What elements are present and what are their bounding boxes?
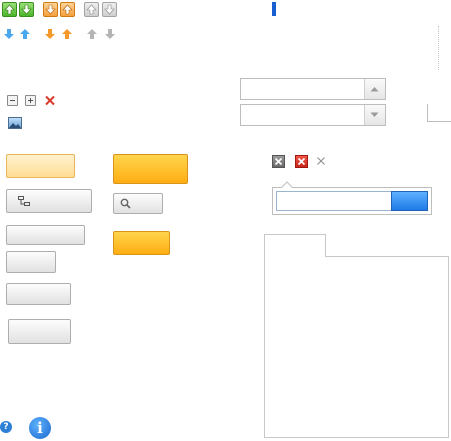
light-yellow-button[interactable] [6,154,75,178]
search-icon [120,198,131,209]
grey-button-tall[interactable] [8,319,71,344]
expand-icon[interactable] [25,95,36,106]
arrow-down-blue-icon[interactable] [3,28,15,40]
arrow-up-green-icon[interactable] [2,2,17,17]
accent-bar [272,2,276,16]
combo-box-lower[interactable] [240,104,386,126]
arrow-down-green-icon[interactable] [19,2,34,17]
arrow-down-grey-small-icon[interactable] [104,28,116,40]
tree-icon [18,196,30,206]
collapse-icon[interactable] [7,95,18,106]
help-icon[interactable]: ? [0,421,12,433]
arrow-up-orange-icon[interactable] [60,2,75,17]
tab-panel-body [264,256,449,438]
combo-lower-trigger[interactable] [364,105,385,125]
arrow-up-blue-icon[interactable] [19,28,31,40]
search-button[interactable] [113,193,163,214]
image-icon[interactable] [8,117,22,129]
search-popup [272,181,432,215]
combo-upper-trigger[interactable] [364,79,385,99]
arrow-up-grey-small-icon[interactable] [86,28,98,40]
delete-icon[interactable] [44,95,56,106]
combo-box-upper[interactable] [240,78,386,100]
corner-bracket [427,104,451,122]
arrow-up-grey-icon[interactable] [84,2,99,17]
close-plain-icon[interactable] [316,156,326,166]
tab-header[interactable] [264,234,326,257]
arrow-up-orange-small-icon[interactable] [61,28,73,40]
yellow-button-large[interactable] [113,154,188,184]
arrow-down-orange-icon[interactable] [43,2,58,17]
close-grey-icon[interactable] [272,155,285,168]
search-input[interactable] [276,191,392,211]
tree-button[interactable] [6,189,92,213]
arrow-down-orange-small-icon[interactable] [44,28,56,40]
grey-button-small[interactable] [6,251,56,273]
grey-button-medium[interactable] [6,283,71,305]
grey-button-wide[interactable] [6,225,85,245]
yellow-button-small[interactable] [113,231,170,255]
info-icon[interactable]: i [29,417,51,439]
dotted-divider [438,26,439,70]
close-red-icon[interactable] [295,155,308,168]
search-go-button[interactable] [391,191,428,211]
arrow-down-grey-icon[interactable] [102,2,117,17]
